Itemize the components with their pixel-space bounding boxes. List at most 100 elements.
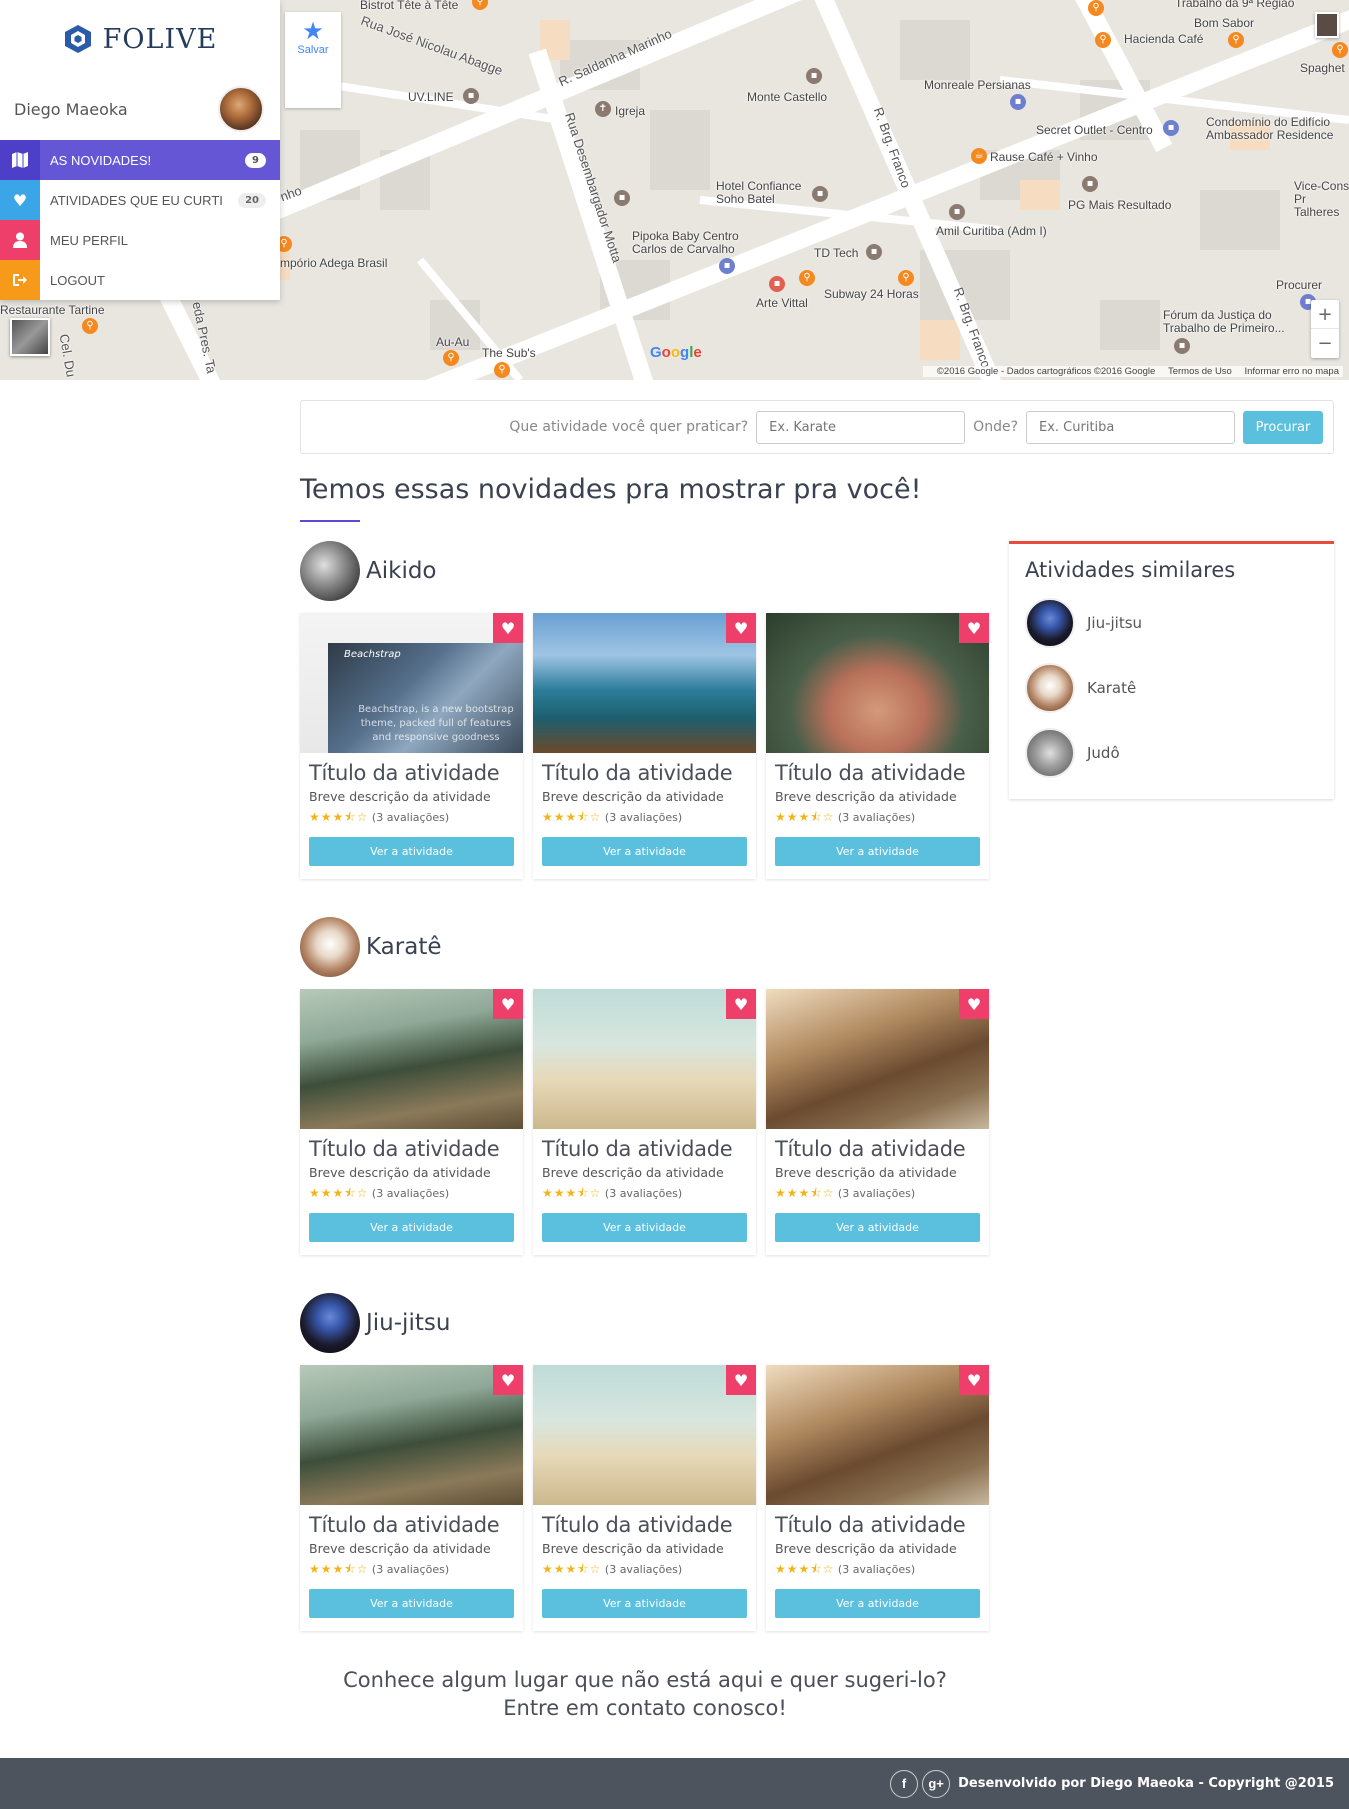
save-map-button[interactable]: ★ Salvar — [285, 12, 341, 108]
shop-poi-icon[interactable]: ▪ — [1163, 120, 1179, 136]
favorite-heart-icon[interactable]: ♥ — [493, 1365, 523, 1395]
activity-card[interactable]: ♥ Título da atividade Breve descrição da… — [300, 989, 523, 1255]
activity-card[interactable]: ♥ Título da atividade Breve descrição da… — [533, 1365, 756, 1631]
activity-image[interactable]: ♥ — [533, 613, 756, 753]
activity-card[interactable]: ♥ Título da atividade Breve descrição da… — [300, 1365, 523, 1631]
similar-item-karate[interactable]: Karatê — [1025, 655, 1318, 720]
shop-poi-icon[interactable]: ▪ — [1082, 176, 1098, 192]
shop-poi-icon[interactable]: ▪ — [719, 258, 735, 274]
activity-card[interactable]: ♥ Título da atividade Breve descrição da… — [533, 989, 756, 1255]
activity-search-input[interactable] — [756, 410, 966, 444]
activity-image[interactable]: ♥ — [533, 989, 756, 1129]
view-activity-button[interactable]: Ver a atividade — [775, 1589, 980, 1618]
similar-item-jiu-jitsu[interactable]: Jiu-jitsu — [1025, 590, 1318, 655]
panel-title: Atividades similares — [1025, 558, 1236, 582]
satellite-toggle[interactable] — [10, 318, 50, 356]
activity-card[interactable]: ♥ Título da atividade Breve descrição da… — [766, 989, 989, 1255]
activity-image[interactable]: ♥ — [766, 613, 989, 753]
similar-activities-panel: Atividades similares Jiu-jitsu Karatê Ju… — [1009, 541, 1334, 799]
store-poi-icon[interactable]: ▪ — [769, 276, 785, 292]
view-activity-button[interactable]: Ver a atividade — [542, 837, 747, 866]
similar-item-judo[interactable]: Judô — [1025, 720, 1318, 785]
activity-card[interactable]: ♥ Título da atividade Breve descrição da… — [766, 613, 989, 879]
favorite-heart-icon[interactable]: ♥ — [726, 989, 756, 1019]
zoom-out-button[interactable]: − — [1311, 329, 1339, 358]
place-poi-icon[interactable]: ▪ — [614, 190, 630, 206]
courthouse-poi-icon[interactable]: ▪ — [1174, 338, 1190, 354]
activity-image[interactable]: Beachstrap Beachstrap, is a new bootstra… — [300, 613, 523, 753]
google-plus-icon[interactable]: g+ — [922, 1769, 951, 1798]
favorite-heart-icon[interactable]: ♥ — [726, 1365, 756, 1395]
report-error-link[interactable]: Informar erro no mapa — [1244, 366, 1339, 377]
activity-image[interactable]: ♥ — [533, 1365, 756, 1505]
map-label: Rause Café + Vinho — [990, 150, 1098, 164]
terms-link[interactable]: Termos de Uso — [1168, 366, 1232, 377]
church-poi-icon[interactable]: ✝ — [595, 101, 611, 117]
zoom-in-button[interactable]: + — [1311, 300, 1339, 329]
favorite-heart-icon[interactable]: ♥ — [493, 613, 523, 643]
activity-image[interactable]: ♥ — [300, 989, 523, 1129]
favorite-heart-icon[interactable]: ♥ — [959, 989, 989, 1019]
shop-poi-icon[interactable]: ▪ — [1010, 94, 1026, 110]
hotel-poi-icon[interactable]: ▪ — [812, 186, 828, 202]
review-count: (3 avaliações) — [837, 811, 916, 824]
view-activity-button[interactable]: Ver a atividade — [542, 1589, 747, 1618]
restaurant-poi-icon[interactable]: ⚲ — [1088, 0, 1104, 16]
cafe-poi-icon[interactable]: ☕ — [971, 148, 987, 164]
folive-logo-icon — [64, 25, 91, 53]
search-button[interactable]: Procurar — [1243, 410, 1323, 444]
nav-badge: 9 — [245, 152, 266, 168]
nav-item-liked-activities[interactable]: ♥ ATIVIDADES QUE EU CURTI 20 — [0, 180, 280, 220]
map-label: Condomínio do Edifício Ambassador Reside… — [1206, 115, 1334, 142]
activity-image[interactable]: ♥ — [766, 1365, 989, 1505]
card-rating: ★★★⯪☆ (3 avaliações) — [309, 808, 514, 829]
shop-poi-icon[interactable]: ▪ — [806, 68, 822, 84]
restaurant-poi-icon[interactable]: ⚲ — [1095, 32, 1111, 48]
restaurant-poi-icon[interactable]: ⚲ — [82, 318, 98, 334]
favorite-heart-icon[interactable]: ♥ — [493, 989, 523, 1019]
restaurant-poi-icon[interactable]: ⚲ — [494, 362, 510, 378]
view-activity-button[interactable]: Ver a atividade — [542, 1213, 747, 1242]
restaurant-poi-icon[interactable]: ⚲ — [799, 270, 815, 286]
restaurant-poi-icon[interactable]: ⚲ — [1332, 42, 1348, 58]
shop-poi-icon[interactable]: ▪ — [866, 244, 882, 260]
restaurant-poi-icon[interactable]: ⚲ — [443, 350, 459, 366]
restaurant-poi-icon[interactable]: ⚲ — [898, 270, 914, 286]
map-label: Bistrot Tête à Tête — [360, 0, 459, 12]
activity-image[interactable]: ♥ — [766, 989, 989, 1129]
office-poi-icon[interactable]: ▪ — [949, 204, 965, 220]
view-activity-button[interactable]: Ver a atividade — [775, 837, 980, 866]
avatar[interactable] — [218, 86, 264, 132]
nav-item-profile[interactable]: MEU PERFIL — [0, 220, 280, 260]
view-activity-button[interactable]: Ver a atividade — [309, 1589, 514, 1618]
restaurant-poi-icon[interactable]: ⚲ — [1228, 32, 1244, 48]
favorite-heart-icon[interactable]: ♥ — [726, 613, 756, 643]
section-avatar — [300, 541, 360, 601]
activity-question-label: Que atividade você quer praticar? — [509, 419, 749, 435]
view-activity-button[interactable]: Ver a atividade — [775, 1213, 980, 1242]
shopping-poi-icon[interactable]: ▪ — [463, 88, 479, 104]
contact-link[interactable]: Entre em contato conosco! — [300, 1694, 990, 1722]
activity-card[interactable]: ♥ Título da atividade Breve descrição da… — [766, 1365, 989, 1631]
activity-card[interactable]: Beachstrap Beachstrap, is a new bootstra… — [300, 613, 523, 879]
star-icon: ★ — [302, 17, 324, 45]
favorite-heart-icon[interactable]: ♥ — [959, 613, 989, 643]
nav-item-novidades[interactable]: AS NOVIDADES! 9 — [0, 140, 280, 180]
map-label: Monte Castello — [747, 90, 828, 104]
brand-logo[interactable]: FOLIVE — [0, 0, 280, 78]
view-activity-button[interactable]: Ver a atividade — [309, 837, 514, 866]
activity-image[interactable]: ♥ — [300, 1365, 523, 1505]
user-info: Diego Maeoka — [0, 78, 280, 140]
view-activity-button[interactable]: Ver a atividade — [309, 1213, 514, 1242]
card-list: ♥ Título da atividade Breve descrição da… — [300, 1365, 990, 1631]
facebook-icon[interactable]: f — [890, 1769, 919, 1798]
activity-card[interactable]: ♥ Título da atividade Breve descrição da… — [533, 613, 756, 879]
favorite-heart-icon[interactable]: ♥ — [959, 1365, 989, 1395]
heart-icon: ♥ — [0, 180, 40, 220]
activity-avatar — [1025, 727, 1075, 778]
nav-item-logout[interactable]: LOGOUT — [0, 260, 280, 300]
street-view-pegman-icon[interactable] — [1315, 12, 1339, 38]
save-label: Salvar — [297, 44, 329, 56]
location-search-input[interactable] — [1026, 410, 1235, 444]
website-name: Beachstrap — [344, 649, 401, 660]
